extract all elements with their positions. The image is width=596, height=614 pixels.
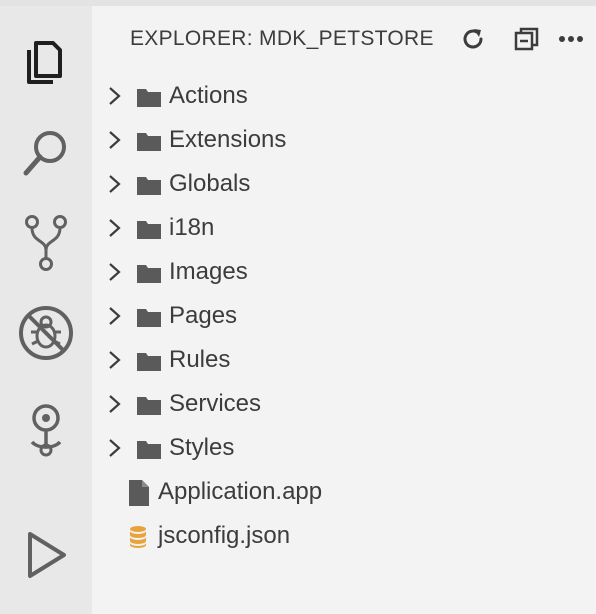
file-tree: Actions Extensions Globals i18n Images P… bbox=[92, 74, 596, 558]
activity-run[interactable] bbox=[0, 520, 92, 590]
folder-label: Images bbox=[169, 258, 248, 285]
folder-icon bbox=[137, 397, 161, 415]
folder-icon bbox=[137, 221, 161, 239]
folder-row[interactable]: Styles bbox=[92, 426, 596, 470]
file-label: Application.app bbox=[158, 478, 323, 505]
folder-label: Styles bbox=[169, 434, 235, 461]
activity-source-control[interactable] bbox=[0, 208, 92, 278]
folder-row[interactable]: Images bbox=[92, 250, 596, 294]
folder-row[interactable]: Pages bbox=[92, 294, 596, 338]
folder-label: Services bbox=[169, 390, 262, 417]
file-label: jsconfig.json bbox=[158, 522, 291, 549]
activity-search[interactable] bbox=[0, 118, 92, 188]
folder-row[interactable]: Rules bbox=[92, 338, 596, 382]
chevron-right-icon bbox=[109, 219, 121, 237]
activity-debug[interactable] bbox=[0, 298, 92, 368]
folder-label: Rules bbox=[169, 346, 231, 373]
file-row[interactable]: jsconfig.json bbox=[92, 514, 596, 558]
more-actions-icon bbox=[559, 36, 583, 42]
chevron-right-icon bbox=[109, 263, 121, 281]
explorer-sidebar: EXPLORER: MDK_PETSTORE Actions Extension… bbox=[92, 6, 596, 614]
folder-icon bbox=[137, 309, 161, 327]
more-actions-button[interactable] bbox=[556, 24, 586, 54]
chevron-right-icon bbox=[109, 87, 121, 105]
folder-row[interactable]: Extensions bbox=[92, 118, 596, 162]
source-control-icon bbox=[25, 215, 67, 271]
folder-icon bbox=[137, 177, 161, 195]
json-db-icon bbox=[130, 526, 146, 548]
chevron-right-icon bbox=[109, 439, 121, 457]
folder-row[interactable]: Globals bbox=[92, 162, 596, 206]
search-icon bbox=[23, 131, 66, 176]
chevron-right-icon bbox=[109, 307, 121, 325]
chevron-right-icon bbox=[109, 131, 121, 149]
folder-label: i18n bbox=[169, 214, 215, 241]
refresh-icon bbox=[463, 29, 483, 49]
collapse-all-button[interactable] bbox=[512, 24, 542, 54]
folder-row[interactable]: i18n bbox=[92, 206, 596, 250]
folder-row[interactable]: Services bbox=[92, 382, 596, 426]
folder-label: Actions bbox=[169, 82, 248, 109]
folder-label: Extensions bbox=[169, 126, 287, 153]
folder-row[interactable]: Actions bbox=[92, 74, 596, 118]
folder-icon bbox=[137, 133, 161, 151]
chevron-right-icon bbox=[109, 351, 121, 369]
debug-disabled-icon bbox=[19, 306, 73, 360]
collapse-all-icon bbox=[514, 27, 539, 51]
file-icon bbox=[129, 480, 149, 506]
chevron-right-icon bbox=[109, 395, 121, 413]
refresh-button[interactable] bbox=[458, 24, 488, 54]
explorer-title: EXPLORER: MDK_PETSTORE bbox=[130, 27, 434, 50]
file-row[interactable]: Application.app bbox=[92, 470, 596, 514]
mdk-icon bbox=[30, 404, 62, 457]
folder-label: Globals bbox=[169, 170, 251, 197]
run-icon bbox=[28, 532, 66, 578]
chevron-right-icon bbox=[109, 175, 121, 193]
folder-label: Pages bbox=[169, 302, 238, 329]
explorer-header: EXPLORER: MDK_PETSTORE bbox=[92, 6, 596, 70]
folder-icon bbox=[137, 441, 161, 459]
folder-icon bbox=[137, 89, 161, 107]
explorer-icon bbox=[27, 41, 62, 84]
activity-explorer[interactable] bbox=[0, 26, 92, 96]
folder-icon bbox=[137, 265, 161, 283]
activity-bar bbox=[0, 6, 92, 614]
folder-icon bbox=[137, 353, 161, 371]
activity-mdk[interactable] bbox=[0, 396, 92, 466]
